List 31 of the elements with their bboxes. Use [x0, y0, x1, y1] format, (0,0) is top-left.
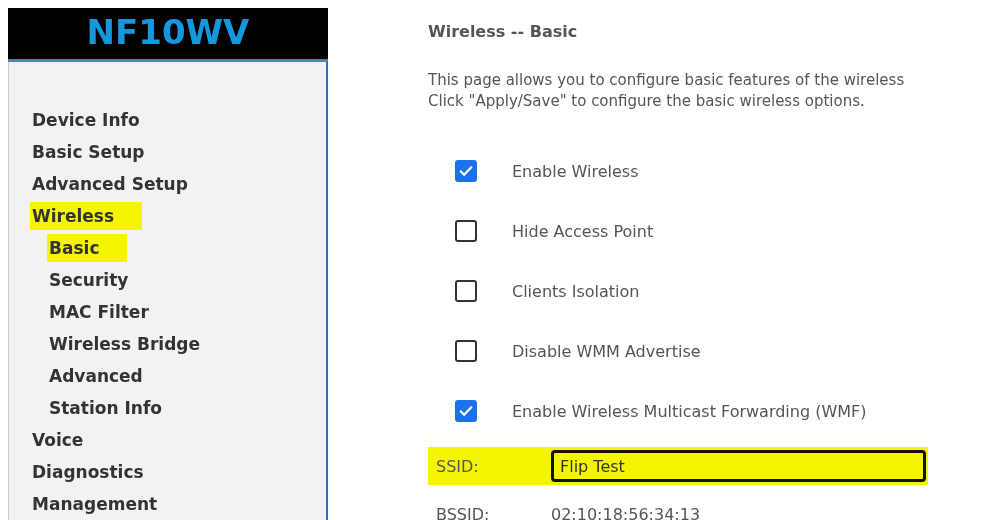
checkbox[interactable]	[455, 160, 477, 182]
sidebar-subitem[interactable]: Station Info	[49, 396, 162, 420]
sidebar-item[interactable]: Basic Setup	[32, 140, 145, 164]
sidebar-item[interactable]: Wireless	[30, 202, 143, 230]
description-text: Click "Apply/Save" to configure the basic wireless options.	[428, 91, 866, 112]
bssid-value: 02:10:18:56:34:13	[551, 505, 701, 520]
checkbox-label: Enable Wireless Multicast Forwarding (WMF)	[512, 401, 867, 421]
sidebar-item[interactable]: Management	[32, 492, 158, 516]
sidebar-item[interactable]: Diagnostics	[32, 460, 144, 484]
bssid-label: BSSID:	[435, 505, 491, 520]
sidebar-subitem[interactable]: Wireless Bridge	[49, 332, 201, 356]
sidebar-item[interactable]: Voice	[32, 428, 84, 452]
checkbox-label: Enable Wireless	[512, 161, 639, 181]
sidebar-item[interactable]: Advanced Setup	[32, 172, 188, 196]
page-title: Wireless -- Basic	[428, 22, 579, 43]
sidebar-item[interactable]: Device Info	[32, 108, 140, 132]
checkbox-label: Hide Access Point	[512, 221, 654, 241]
description-text: This page allows you to configure basic features of the wireless	[428, 70, 906, 91]
sidebar-subitem[interactable]: Advanced	[49, 364, 143, 388]
sidebar-subitem[interactable]: MAC Filter	[49, 300, 149, 324]
checkbox[interactable]	[455, 340, 477, 362]
sidebar-subitem[interactable]: Basic	[47, 234, 128, 262]
checkbox-label: Disable WMM Advertise	[512, 341, 701, 361]
checkbox[interactable]	[455, 280, 477, 302]
checkbox[interactable]	[455, 400, 477, 422]
sidebar-subitem[interactable]: Security	[49, 268, 129, 292]
checkbox[interactable]	[455, 220, 477, 242]
ssid-input[interactable]: Flip Test	[551, 450, 926, 482]
checkbox-label: Clients Isolation	[512, 281, 640, 301]
ssid-label: SSID:	[435, 456, 480, 476]
logo-text: NF10WV	[86, 11, 250, 52]
